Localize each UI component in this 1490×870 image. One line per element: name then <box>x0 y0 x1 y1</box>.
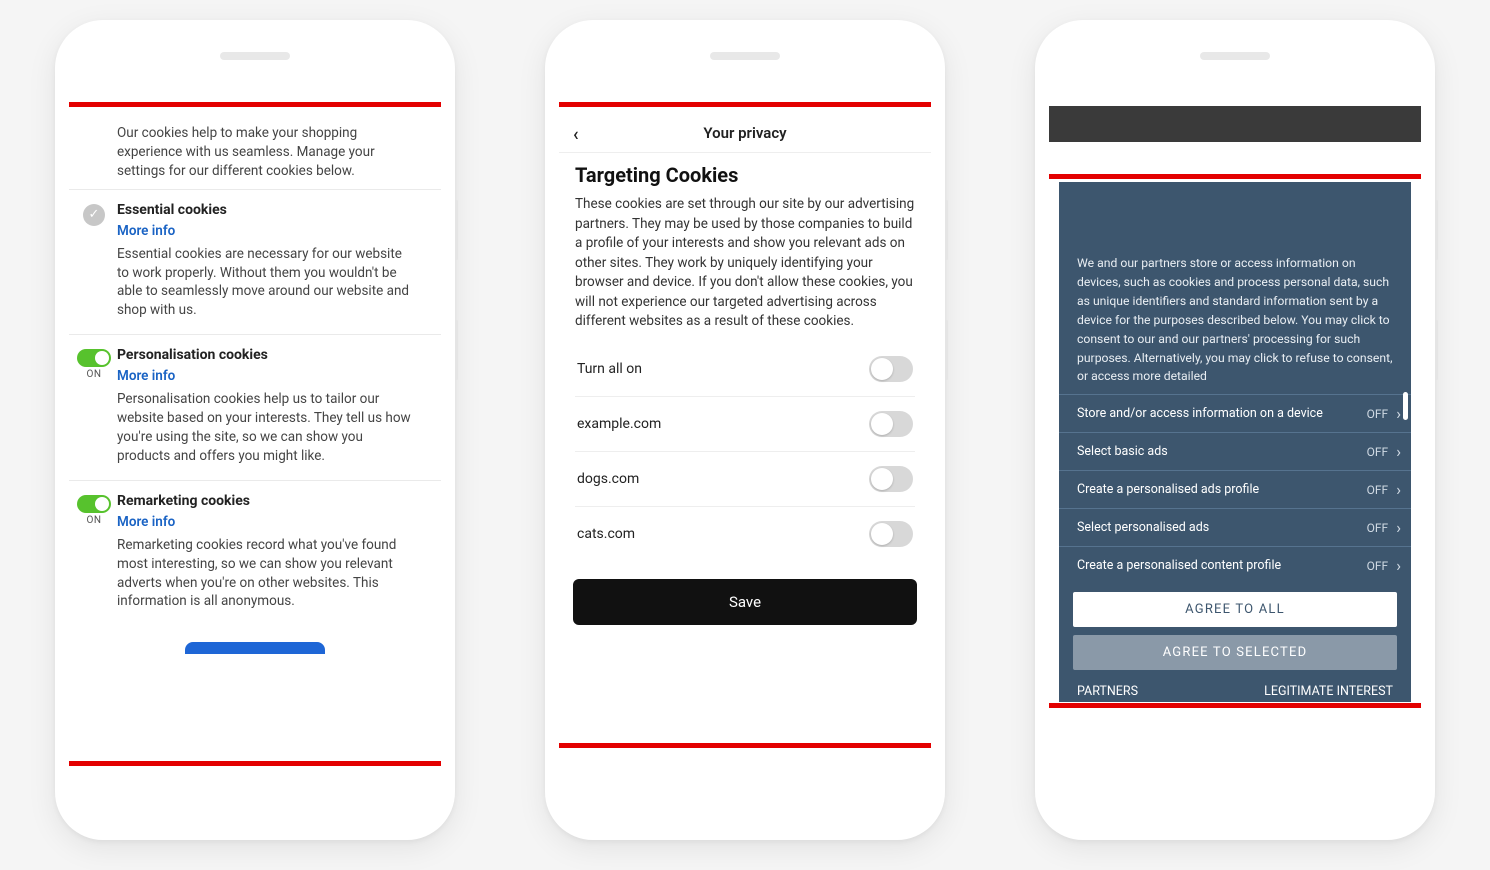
phone-mockup-1: Our cookies help to make your shopping e… <box>55 20 455 840</box>
more-info-link[interactable]: More info <box>117 223 175 239</box>
off-label: OFF <box>1367 521 1389 535</box>
section-title: Personalisation cookies <box>117 347 415 363</box>
toggle-on-label: ON <box>77 369 111 380</box>
toggle-on-icon[interactable] <box>77 495 111 513</box>
partners-link[interactable]: PARTNERS <box>1077 684 1138 699</box>
phone-mockup-3: We and our partners store or access info… <box>1035 20 1435 840</box>
off-label: OFF <box>1367 407 1389 421</box>
intro-text: Our cookies help to make your shopping e… <box>69 106 441 190</box>
phone-mockup-2: ‹ Your privacy Targeting Cookies These c… <box>545 20 945 840</box>
dark-topbar <box>1049 106 1421 142</box>
consent-intro: We and our partners store or access info… <box>1059 182 1411 394</box>
section-title: Remarketing cookies <box>117 493 415 509</box>
section-desc: Remarketing cookies record what you've f… <box>117 536 415 612</box>
toggle-on-label: ON <box>77 515 111 526</box>
back-chevron-icon[interactable]: ‹ <box>573 124 579 145</box>
more-info-link[interactable]: More info <box>117 514 175 530</box>
toggle-on-icon[interactable] <box>77 349 111 367</box>
check-icon: ✓ <box>83 204 105 226</box>
save-button[interactable]: Save <box>573 579 917 625</box>
off-label: OFF <box>1367 445 1389 459</box>
page-description: These cookies are set through our site b… <box>575 195 915 332</box>
scrollbar-thumb[interactable] <box>1403 392 1408 420</box>
chevron-right-icon: › <box>1396 404 1401 423</box>
section-title: Essential cookies <box>117 202 415 218</box>
row-label: Create a personalised content profile <box>1077 558 1281 573</box>
remarketing-cookies-section: ON Remarketing cookies More info Remarke… <box>69 481 441 626</box>
purpose-row[interactable]: Store and/or access information on a dev… <box>1059 394 1411 432</box>
toggle-switch[interactable] <box>869 521 913 547</box>
chevron-right-icon: › <box>1396 556 1401 575</box>
row-label: Create a personalised ads profile <box>1077 482 1259 497</box>
header-title: Your privacy <box>703 124 786 142</box>
screen-1: Our cookies help to make your shopping e… <box>69 34 441 826</box>
chevron-right-icon: › <box>1396 518 1401 537</box>
row-label: Select personalised ads <box>1077 520 1209 535</box>
row-label: example.com <box>577 416 661 432</box>
primary-button-partial[interactable] <box>185 642 325 654</box>
screen-2: ‹ Your privacy Targeting Cookies These c… <box>559 34 931 826</box>
screen-3: We and our partners store or access info… <box>1049 34 1421 826</box>
chevron-right-icon: › <box>1396 480 1401 499</box>
section-desc: Essential cookies are necessary for our … <box>117 245 415 321</box>
chevron-right-icon: › <box>1396 442 1401 461</box>
off-label: OFF <box>1367 559 1389 573</box>
toggle-switch[interactable] <box>869 466 913 492</box>
essential-cookies-section: ✓ Essential cookies More info Essential … <box>69 190 441 336</box>
row-label: cats.com <box>577 526 635 542</box>
more-info-link[interactable]: More info <box>117 368 175 384</box>
privacy-header: ‹ Your privacy <box>559 106 931 153</box>
toggle-switch[interactable] <box>869 411 913 437</box>
domain-row: dogs.com <box>575 452 915 507</box>
agree-selected-button[interactable]: AGREE TO SELECTED <box>1073 635 1397 670</box>
purpose-row[interactable]: Create a personalised content profile OF… <box>1059 546 1411 584</box>
section-desc: Personalisation cookies help us to tailo… <box>117 390 415 466</box>
row-label: Select basic ads <box>1077 444 1168 459</box>
page-title: Targeting Cookies <box>575 163 915 187</box>
turn-all-on-row: Turn all on <box>575 342 915 397</box>
domain-row: cats.com <box>575 507 915 561</box>
consent-panel: We and our partners store or access info… <box>1059 182 1411 702</box>
personalisation-cookies-section: ON Personalisation cookies More info Per… <box>69 335 441 481</box>
toggle-switch[interactable] <box>869 356 913 382</box>
off-label: OFF <box>1367 483 1389 497</box>
agree-all-button[interactable]: AGREE TO ALL <box>1073 592 1397 627</box>
legitimate-interest-link[interactable]: LEGITIMATE INTEREST <box>1264 684 1393 699</box>
purpose-row[interactable]: Select basic ads OFF › <box>1059 432 1411 470</box>
row-label: dogs.com <box>577 471 639 487</box>
purpose-row[interactable]: Select personalised ads OFF › <box>1059 508 1411 546</box>
row-label: Store and/or access information on a dev… <box>1077 406 1323 421</box>
purpose-row[interactable]: Create a personalised ads profile OFF › <box>1059 470 1411 508</box>
row-label: Turn all on <box>577 361 642 377</box>
domain-row: example.com <box>575 397 915 452</box>
